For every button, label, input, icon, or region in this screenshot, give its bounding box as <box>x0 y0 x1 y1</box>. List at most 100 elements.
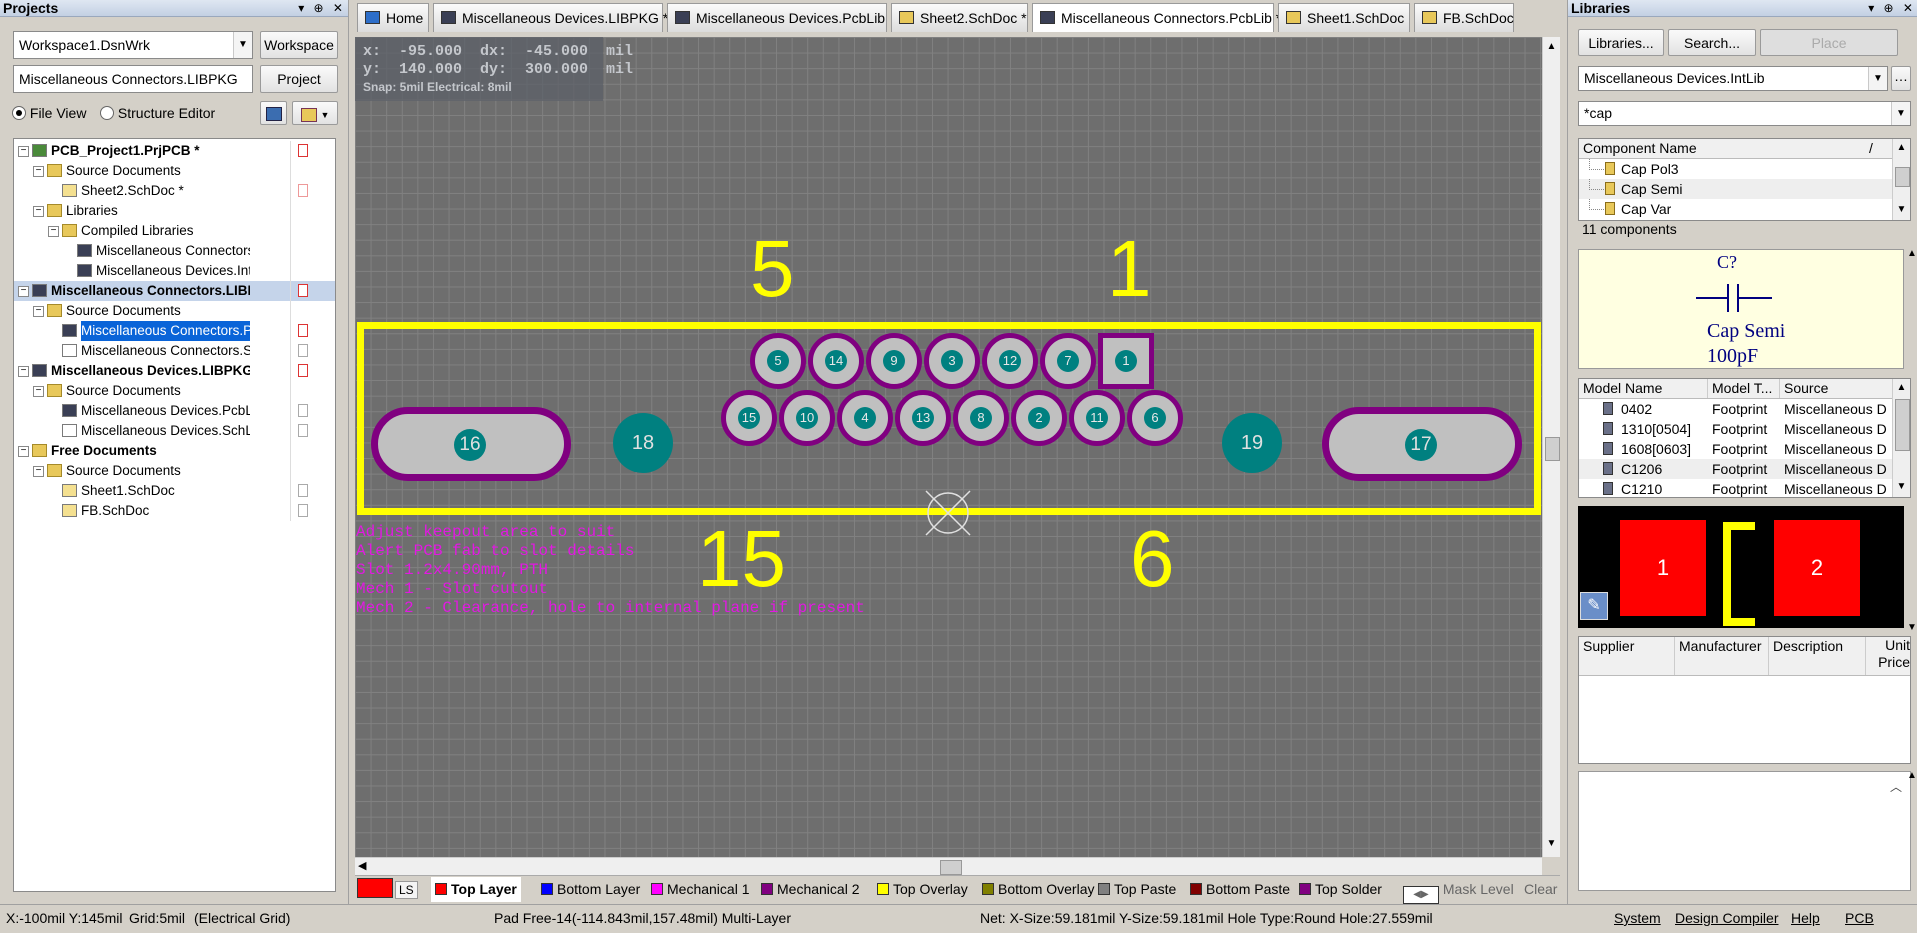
layer-tab[interactable]: Top Solder <box>1299 877 1382 902</box>
tree-item[interactable]: Miscellaneous Connectors.SchLit <box>14 341 335 361</box>
chevron-down-icon[interactable]: ▼ <box>1868 67 1887 90</box>
chevron-up-icon[interactable]: ︿ <box>1890 778 1902 795</box>
layer-tab[interactable]: Bottom Overlay <box>982 877 1094 902</box>
tree-item[interactable]: Sheet2.SchDoc * <box>14 181 335 201</box>
collapse-toggle-icon[interactable]: − <box>33 466 44 477</box>
collapse-toggle-icon[interactable]: − <box>18 446 29 457</box>
search-button[interactable]: Search... <box>1668 29 1756 56</box>
pad-13[interactable]: 13 <box>895 390 951 446</box>
tree-item[interactable]: Miscellaneous Devices.SchLib <box>14 421 335 441</box>
pad-5[interactable]: 5 <box>750 333 806 389</box>
tree-item[interactable]: Miscellaneous Connectors.PcbLit <box>14 321 335 341</box>
model-list[interactable]: Model Name Model T... Source 0402 Footpri… <box>1578 378 1911 498</box>
layer-scroll-icon[interactable]: ◀▶ <box>1403 886 1439 904</box>
help-button[interactable]: Help <box>1791 905 1820 931</box>
clear-button[interactable]: Clear <box>1524 877 1557 902</box>
component-list-header[interactable]: Component Name / <box>1579 139 1910 159</box>
document-tab[interactable]: Sheet2.SchDoc * <box>891 3 1028 32</box>
mask-level-button[interactable]: ◀▶ Mask Level <box>1403 877 1514 904</box>
scroll-down-icon[interactable]: ▼ <box>1545 837 1558 851</box>
model-row[interactable]: C1206 Footprint Miscellaneous D <box>1579 459 1893 479</box>
collapse-toggle-icon[interactable]: − <box>48 226 59 237</box>
scroll-up-icon[interactable]: ▲ <box>1895 141 1908 155</box>
chevron-down-icon[interactable]: ▼ <box>1891 102 1910 125</box>
tree-item[interactable]: − Source Documents <box>14 461 335 481</box>
tree-item[interactable]: − Source Documents <box>14 161 335 181</box>
collapse-toggle-icon[interactable]: − <box>33 306 44 317</box>
pad-1[interactable]: 1 <box>1098 333 1154 389</box>
document-tab[interactable]: Home <box>357 3 429 32</box>
tree-item[interactable]: − Miscellaneous Devices.LIBPKG <box>14 361 335 381</box>
pad-11[interactable]: 11 <box>1069 390 1125 446</box>
layer-tab[interactable]: Top Layer <box>431 877 521 902</box>
supplier-grid[interactable]: Supplier Manufacturer Description Unit P… <box>1578 636 1911 764</box>
project-field[interactable]: Miscellaneous Connectors.LIBPKG <box>13 65 253 93</box>
collapse-toggle-icon[interactable]: − <box>18 366 29 377</box>
scroll-up-icon[interactable]: ▲ <box>1545 40 1558 54</box>
component-row[interactable]: Cap Pol3 <box>1579 159 1893 179</box>
component-filter-input[interactable]: *cap ▼ <box>1578 101 1911 126</box>
canvas-vertical-scrollbar[interactable]: ▲ ▼ <box>1542 37 1560 857</box>
pcb-button[interactable]: PCB <box>1845 905 1874 931</box>
document-tab[interactable]: FB.SchDoc <box>1414 3 1514 32</box>
pad-2[interactable]: 2 <box>1011 390 1067 446</box>
tree-item[interactable]: − Free Documents <box>14 441 335 461</box>
layer-tab[interactable]: Bottom Layer <box>541 877 640 902</box>
layer-set-button[interactable]: LS <box>357 877 418 902</box>
pad-14[interactable]: 14 <box>808 333 864 389</box>
tree-item[interactable]: − Source Documents <box>14 301 335 321</box>
layer-tab[interactable]: Top Paste <box>1098 877 1176 902</box>
scroll-up-icon[interactable]: ▲ <box>1907 248 1917 259</box>
pad-6[interactable]: 6 <box>1127 390 1183 446</box>
mount-hole-18[interactable]: 18 <box>613 413 673 473</box>
document-tab[interactable]: Miscellaneous Connectors.PcbLib * <box>1032 3 1281 32</box>
wrench-icon[interactable]: ✎ <box>1580 592 1608 620</box>
scroll-left-icon[interactable]: ◀ <box>358 859 366 872</box>
pad-12[interactable]: 12 <box>982 333 1038 389</box>
document-tab[interactable]: Miscellaneous Devices.LIBPKG * <box>433 3 668 32</box>
library-dropdown[interactable]: Miscellaneous Devices.IntLib ▼ <box>1578 66 1888 91</box>
panel-controls[interactable]: ▾ ⊕ ✕ <box>298 0 346 17</box>
place-button[interactable]: Place <box>1760 29 1898 56</box>
document-tab[interactable]: Sheet1.SchDoc <box>1278 3 1410 32</box>
scroll-down-icon[interactable]: ▼ <box>1895 203 1908 217</box>
collapse-toggle-icon[interactable]: − <box>33 386 44 397</box>
pad-4[interactable]: 4 <box>837 390 893 446</box>
model-list-header[interactable]: Model Name Model T... Source <box>1579 379 1910 399</box>
tree-item[interactable]: Miscellaneous Devices.PcbLib <box>14 401 335 421</box>
scroll-up-icon[interactable]: ▲ <box>1907 770 1917 781</box>
system-button[interactable]: System <box>1614 905 1661 931</box>
supplier-grid-header[interactable]: Supplier Manufacturer Description Unit P… <box>1579 637 1910 676</box>
scroll-down-icon[interactable]: ▼ <box>1895 480 1908 494</box>
collapse-toggle-icon[interactable]: − <box>18 286 29 297</box>
collapse-toggle-icon[interactable]: − <box>33 206 44 217</box>
design-compiler-button[interactable]: Design Compiler <box>1675 905 1778 931</box>
tree-item[interactable]: FB.SchDoc <box>14 501 335 521</box>
document-tab[interactable]: Miscellaneous Devices.PcbLib <box>667 3 887 32</box>
tree-item[interactable]: Sheet1.SchDoc <box>14 481 335 501</box>
collapse-toggle-icon[interactable]: − <box>33 166 44 177</box>
pad-3[interactable]: 3 <box>924 333 980 389</box>
pad-8[interactable]: 8 <box>953 390 1009 446</box>
model-row[interactable]: 0402 Footprint Miscellaneous D <box>1579 399 1893 419</box>
project-tree[interactable]: − PCB_Project1.PrjPCB * − Source Documents S… <box>13 138 336 892</box>
layer-tab[interactable]: Mechanical 1 <box>651 877 750 902</box>
project-options-button[interactable]: ▼ <box>292 101 338 125</box>
pad-7[interactable]: 7 <box>1040 333 1096 389</box>
pad-9[interactable]: 9 <box>866 333 922 389</box>
panel-controls[interactable]: ▾ ⊕ ✕ <box>1868 0 1916 17</box>
model-row[interactable]: 1608[0603] Footprint Miscellaneous D <box>1579 439 1893 459</box>
component-list[interactable]: Component Name / Cap Pol3 Cap Semi Cap Var … <box>1578 138 1911 221</box>
tree-item[interactable]: Miscellaneous Devices.IntLib <box>14 261 335 281</box>
component-row[interactable]: Cap Semi <box>1579 179 1893 199</box>
project-button[interactable]: Project <box>260 65 338 93</box>
tree-item[interactable]: − PCB_Project1.PrjPCB * <box>14 141 335 161</box>
tree-item[interactable]: − Libraries <box>14 201 335 221</box>
scroll-down-icon[interactable]: ▼ <box>1907 622 1917 633</box>
layer-tab[interactable]: Bottom Paste <box>1190 877 1290 902</box>
scroll-up-icon[interactable]: ▲ <box>1895 381 1908 395</box>
model-list-scrollbar[interactable]: ▲ ▼ <box>1892 379 1910 497</box>
scroll-thumb[interactable] <box>940 860 962 875</box>
collapse-toggle-icon[interactable]: − <box>18 146 29 157</box>
libraries-button[interactable]: Libraries... <box>1578 29 1664 56</box>
